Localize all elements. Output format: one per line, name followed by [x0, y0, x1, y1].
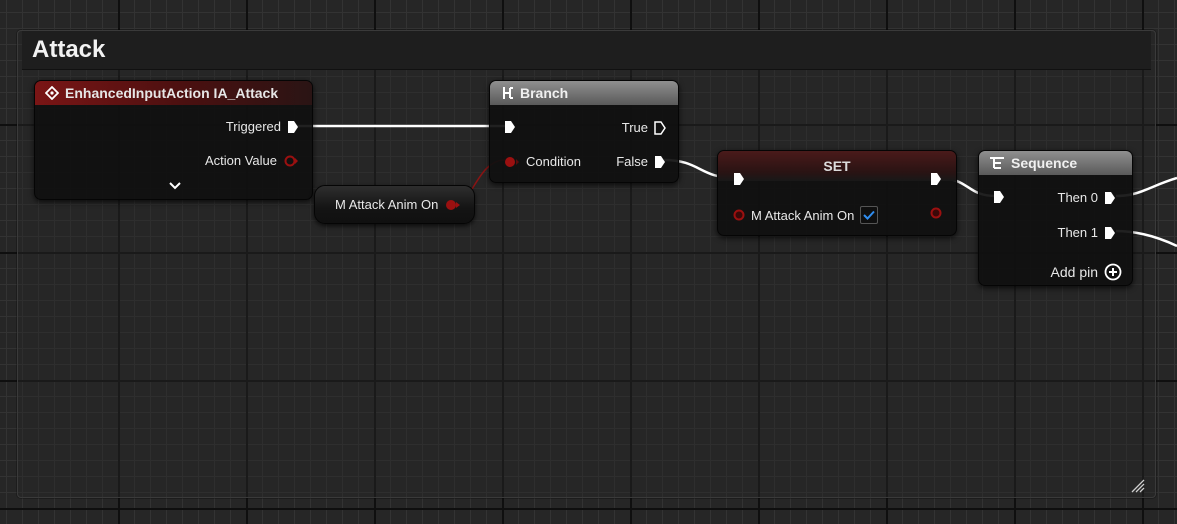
bool-in-pin-icon[interactable]: [733, 209, 745, 221]
exec-in-pin-icon[interactable]: [993, 190, 1005, 204]
comment-header[interactable]: Attack: [22, 31, 1151, 70]
chevron-down-icon[interactable]: [169, 181, 181, 191]
set-title: SET: [823, 158, 851, 174]
condition-pin-row[interactable]: Condition: [504, 154, 581, 169]
branch-node[interactable]: Branch True Condition False: [489, 80, 679, 183]
sequence-header[interactable]: Sequence: [979, 151, 1132, 175]
add-circle-icon: [1104, 263, 1122, 281]
exec-out-pin-icon[interactable]: [1104, 226, 1116, 240]
getter-label: M Attack Anim On: [335, 197, 439, 212]
exec-in-pin-icon[interactable]: [504, 120, 516, 134]
exec-in-pin-icon[interactable]: [733, 172, 745, 186]
exec-out-pin-icon[interactable]: [654, 120, 666, 135]
then1-label: Then 1: [1057, 225, 1098, 240]
branch-title: Branch: [520, 85, 569, 101]
sequence-title: Sequence: [1011, 155, 1078, 171]
false-pin-row[interactable]: False: [616, 154, 666, 169]
action-value-pin-row[interactable]: Action Value: [205, 153, 299, 168]
then1-pin-row[interactable]: Then 1: [1058, 225, 1116, 240]
event-diamond-icon: [45, 86, 59, 100]
bool-out-pin-icon[interactable]: [444, 199, 462, 211]
bool-out-pin-icon[interactable]: [283, 155, 299, 167]
then0-pin-row[interactable]: Then 0: [1058, 190, 1116, 205]
false-label: False: [616, 154, 648, 169]
add-pin-button[interactable]: Add pin: [1051, 263, 1122, 281]
resize-handle-icon[interactable]: [1131, 479, 1145, 493]
set-variable-label: M Attack Anim On: [751, 207, 855, 223]
variable-getter-node[interactable]: M Attack Anim On: [314, 185, 475, 224]
comment-title[interactable]: Attack: [32, 36, 105, 64]
condition-label: Condition: [526, 154, 581, 169]
input-action-node[interactable]: EnhancedInputAction IA_Attack Triggered …: [34, 80, 313, 200]
bool-out-pin-icon[interactable]: [930, 207, 942, 219]
add-pin-label: Add pin: [1050, 264, 1098, 280]
exec-out-pin-icon[interactable]: [287, 120, 299, 134]
set-variable-pin-row[interactable]: M Attack Anim On: [733, 206, 879, 224]
set-header[interactable]: SET: [718, 151, 956, 181]
true-label: True: [621, 120, 648, 135]
then0-label: Then 0: [1057, 190, 1098, 205]
input-action-header[interactable]: EnhancedInputAction IA_Attack: [35, 81, 312, 105]
sequence-icon: [990, 157, 1004, 169]
getter-pin-row[interactable]: M Attack Anim On: [335, 197, 462, 212]
true-pin-row[interactable]: True: [622, 120, 666, 135]
set-node[interactable]: SET M Attack Anim On: [717, 150, 957, 236]
branch-icon: [503, 87, 513, 99]
checkmark-icon: [863, 210, 876, 220]
triggered-pin-row[interactable]: Triggered: [226, 119, 299, 134]
input-action-title: EnhancedInputAction IA_Attack: [65, 85, 279, 101]
bool-in-pin-icon[interactable]: [504, 156, 520, 168]
branch-header[interactable]: Branch: [490, 81, 678, 105]
exec-out-pin-icon[interactable]: [1104, 191, 1116, 205]
sequence-node[interactable]: Sequence Then 0 Then 1 Add pin: [978, 150, 1133, 286]
exec-out-pin-icon[interactable]: [654, 155, 666, 169]
triggered-label: Triggered: [225, 119, 281, 134]
value-checkbox[interactable]: [860, 206, 879, 224]
exec-out-pin-icon[interactable]: [930, 172, 942, 186]
action-value-label: Action Value: [204, 153, 277, 168]
